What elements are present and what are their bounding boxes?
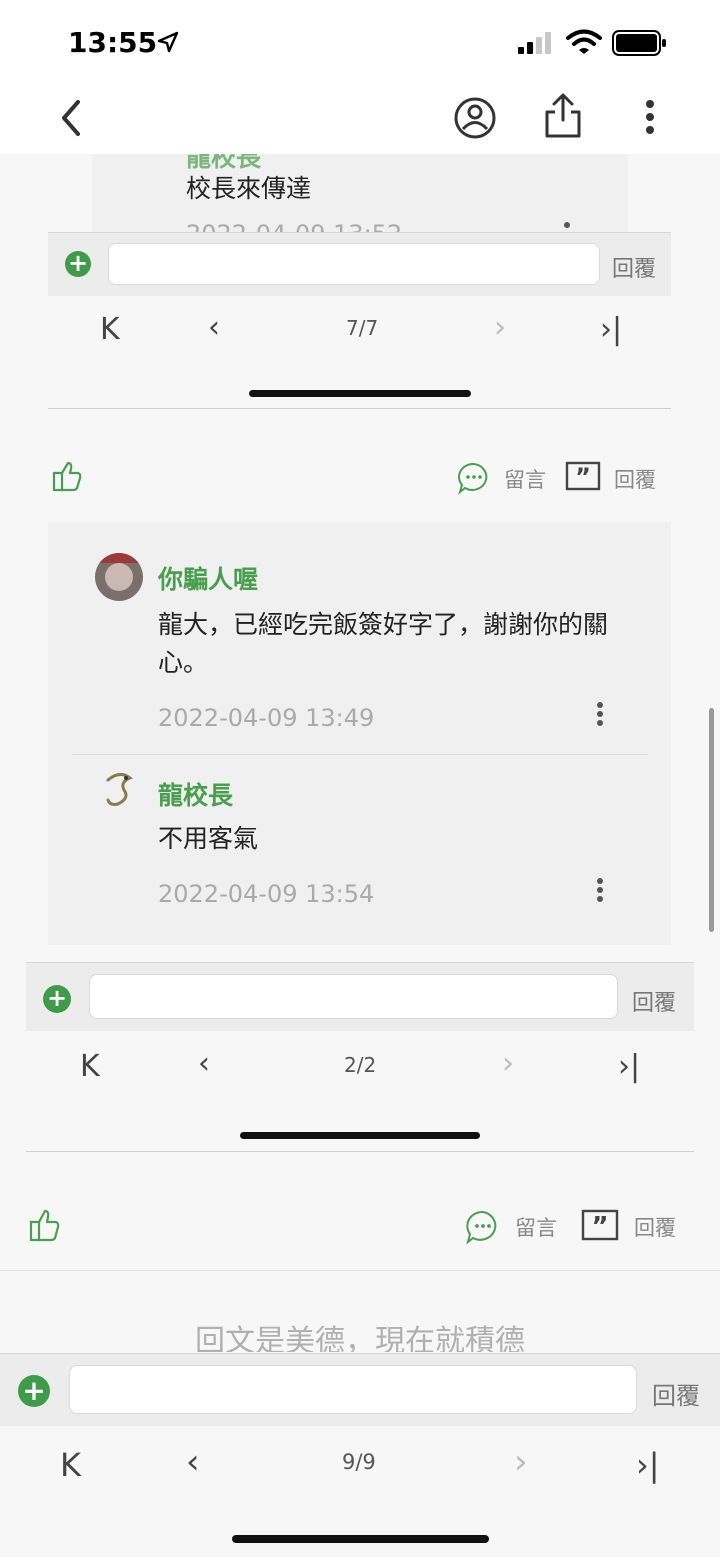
back-chevron-icon[interactable]: [56, 98, 86, 138]
comment-message: 龍大，已經吃完飯簽好字了，謝謝你的關心。: [158, 610, 609, 677]
comment-bubble-icon[interactable]: [465, 1209, 501, 1245]
reply-input[interactable]: [69, 1365, 637, 1414]
page-indicator: 7/7: [346, 316, 379, 340]
page-indicator: 9/9: [342, 1450, 376, 1474]
comment-time: 2022-04-09 13:54: [158, 880, 375, 908]
cellular-signal-icon: [518, 32, 551, 54]
add-attachment-icon[interactable]: +: [18, 1375, 50, 1407]
account-icon[interactable]: [453, 96, 497, 140]
reply-input[interactable]: [108, 243, 600, 285]
battery-icon: [612, 30, 666, 56]
next-page-icon[interactable]: ›: [494, 310, 506, 345]
quote-reply-icon[interactable]: ”: [565, 461, 601, 491]
reply-prompt: 回文是美德，現在就積德: [195, 1324, 525, 1352]
last-page-icon[interactable]: ›|: [618, 1049, 640, 1084]
home-indicator: [232, 1535, 489, 1543]
last-page-icon[interactable]: ›|: [600, 312, 622, 347]
prev-page-icon[interactable]: ‹: [186, 1442, 200, 1482]
thread-a-pager: K ‹ 7/7 › ›|: [48, 296, 671, 408]
more-vertical-icon[interactable]: [646, 100, 654, 134]
reply-action-label[interactable]: 回覆: [634, 1212, 676, 1242]
quote-reply-icon[interactable]: ”: [581, 1209, 619, 1241]
thread-b-comments: 你騙人喔 龍大，已經吃完飯簽好字了，謝謝你的關心。 2022-04-09 13:…: [48, 522, 671, 945]
comment-more-icon[interactable]: [597, 702, 603, 729]
page-scrollbar[interactable]: [709, 708, 714, 932]
page-indicator: 2/2: [344, 1053, 377, 1077]
avatar[interactable]: [95, 553, 143, 601]
next-page-icon[interactable]: ›: [502, 1046, 514, 1081]
comment-action-label[interactable]: 留言: [504, 464, 546, 494]
thumbs-up-icon[interactable]: [50, 459, 84, 493]
comment-message: 不用客氣: [158, 824, 259, 853]
reply-input[interactable]: [89, 974, 618, 1019]
first-page-icon[interactable]: K: [100, 312, 120, 347]
thread-a-reply-bar: + 回覆: [48, 232, 671, 297]
reply-button[interactable]: 回覆: [612, 251, 656, 283]
thread-a-scroll-bar: [249, 390, 471, 397]
comment-more-icon[interactable]: [597, 878, 603, 905]
first-page-icon[interactable]: K: [60, 1446, 81, 1484]
thread-a-comment: 龍校長 校長來傳達 2022-04-09 13:52: [92, 154, 628, 232]
add-attachment-icon[interactable]: +: [43, 985, 71, 1013]
reply-button[interactable]: 回覆: [652, 1376, 700, 1411]
reply-button[interactable]: 回覆: [632, 985, 676, 1017]
svg-text:”: ”: [591, 1212, 608, 1241]
dragon-avatar-icon[interactable]: [100, 770, 140, 812]
prev-page-icon[interactable]: ‹: [208, 310, 220, 345]
last-page-icon[interactable]: ›|: [636, 1446, 660, 1484]
location-arrow-icon: [157, 31, 179, 53]
thread-b-pager: K ‹ 2/2 › ›|: [26, 1031, 694, 1151]
reply-action-label[interactable]: 回覆: [614, 464, 656, 494]
comment-more-icon[interactable]: [564, 222, 570, 231]
nav-bar: [0, 86, 720, 154]
comment-message: 校長來傳達: [186, 174, 312, 203]
thread-b-reply-bar: + 回覆: [26, 962, 694, 1032]
comment-bubble-icon[interactable]: [457, 461, 491, 495]
commenter-name[interactable]: 龍校長: [158, 776, 233, 812]
divider: [0, 1270, 720, 1271]
share-icon[interactable]: [542, 92, 584, 140]
divider: [48, 408, 671, 409]
commenter-name[interactable]: 你騙人喔: [158, 560, 258, 596]
wifi-icon: [566, 29, 602, 54]
comment-time: 2022-04-09 13:49: [158, 704, 375, 732]
comment-time: 2022-04-09 13:52: [186, 220, 402, 232]
next-page-icon[interactable]: ›: [514, 1442, 528, 1482]
comment-action-label[interactable]: 留言: [515, 1212, 557, 1242]
thread-b-scroll-bar: [240, 1132, 480, 1139]
bottom-pager: K ‹ 9/9 › ›|: [0, 1426, 720, 1557]
prev-page-icon[interactable]: ‹: [198, 1046, 210, 1081]
status-time: 13:55: [68, 26, 158, 59]
thumbs-up-icon[interactable]: [27, 1207, 63, 1243]
divider: [26, 1151, 694, 1152]
first-page-icon[interactable]: K: [80, 1049, 100, 1084]
divider: [72, 754, 648, 755]
add-attachment-icon[interactable]: +: [65, 251, 91, 277]
svg-text:”: ”: [575, 463, 591, 491]
bottom-reply-bar: + 回覆: [0, 1353, 720, 1427]
